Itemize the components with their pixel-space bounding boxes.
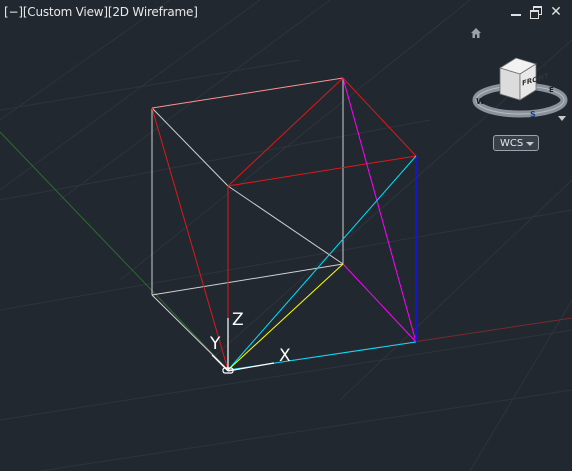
ucs-x-label: X bbox=[279, 346, 291, 366]
viewport-window-controls: ✕ bbox=[510, 5, 562, 19]
compass-s: S bbox=[530, 110, 536, 119]
box-cyan-edges bbox=[227, 155, 417, 371]
viewport-controls-label[interactable]: [−][Custom View][2D Wireframe] bbox=[4, 5, 198, 19]
viewcube-menu-arrow-icon[interactable] bbox=[558, 116, 566, 121]
compass-w: W bbox=[476, 97, 485, 106]
wcs-dropdown[interactable]: WCS bbox=[493, 135, 539, 151]
minimize-button[interactable] bbox=[510, 6, 522, 18]
wcs-label: WCS bbox=[500, 138, 524, 149]
compass-e: E bbox=[549, 86, 554, 94]
ucs-y-label: Y bbox=[210, 334, 221, 354]
close-button[interactable]: ✕ bbox=[550, 5, 562, 19]
viewcube-left-face[interactable] bbox=[499, 67, 521, 101]
viewcube[interactable]: FRONT W S E bbox=[472, 54, 568, 126]
chevron-down-icon bbox=[526, 142, 534, 146]
ucs-z-label: Z bbox=[232, 310, 244, 330]
viewport-controls-text[interactable]: [−][Custom View][2D Wireframe] bbox=[4, 5, 198, 19]
box-top-back-edge bbox=[151, 77, 344, 109]
restore-button[interactable] bbox=[530, 6, 542, 19]
drawing-viewport[interactable]: Z Y X [−][Custom View][2D Wireframe] ✕ F… bbox=[0, 0, 572, 471]
home-icon[interactable] bbox=[470, 27, 482, 39]
